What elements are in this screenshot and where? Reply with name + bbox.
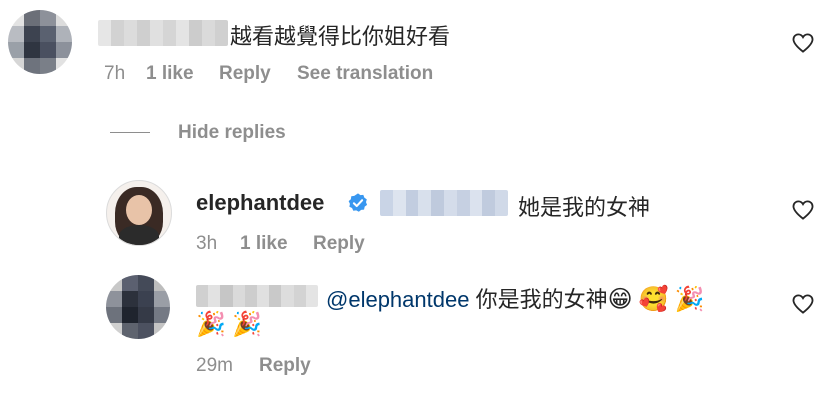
grinning-face-icon: 😁 (607, 285, 633, 313)
reply-text-elephantdee: 她是我的女神 (518, 195, 651, 220)
reply-button-2[interactable]: Reply (259, 355, 311, 377)
avatar-commenter-2[interactable] (106, 275, 170, 339)
party-popper-icon: 🎉 (196, 310, 226, 338)
heart-icon[interactable] (792, 33, 814, 53)
heart-icon[interactable] (792, 294, 814, 314)
reply-time-elephantdee[interactable]: 3h (196, 233, 217, 255)
verified-badge-icon (348, 193, 368, 212)
hide-replies-line (110, 132, 150, 133)
avatar-commenter-1[interactable] (8, 10, 72, 74)
reply-button-1[interactable]: Reply (219, 63, 271, 85)
reply-time-2[interactable]: 29m (196, 355, 233, 377)
party-popper-icon: 🎉 (674, 285, 705, 313)
blurred-username-2[interactable] (196, 285, 318, 307)
reply-likes-elephantdee[interactable]: 1 like (240, 233, 288, 255)
reply-text-2: 你是我的女神 (475, 287, 608, 312)
comment-time-1[interactable]: 7h (104, 63, 125, 85)
party-popper-icon: 🎉 (232, 310, 262, 338)
mention-elephantdee[interactable]: @elephantdee (326, 287, 469, 312)
username-elephantdee[interactable]: elephantdee (196, 190, 324, 216)
reply-button-elephantdee[interactable]: Reply (313, 233, 365, 255)
smiling-face-with-hearts-icon: 🥰 (638, 285, 669, 313)
avatar-elephantdee[interactable] (106, 180, 172, 246)
heart-icon[interactable] (792, 200, 814, 220)
comment-text-1: 越看越覺得比你姐好看 (230, 24, 451, 49)
see-translation-button[interactable]: See translation (297, 63, 433, 85)
comment-likes-1[interactable]: 1 like (146, 63, 194, 85)
hide-replies-button[interactable]: Hide replies (178, 122, 286, 144)
reply-line-2: 🎉 🎉 (196, 310, 262, 338)
blurred-username-1[interactable] (98, 20, 228, 46)
reply-line-1: @elephantdee 你是我的女神😁 🥰 🎉 (326, 282, 705, 314)
blurred-mention-1[interactable] (380, 190, 508, 216)
